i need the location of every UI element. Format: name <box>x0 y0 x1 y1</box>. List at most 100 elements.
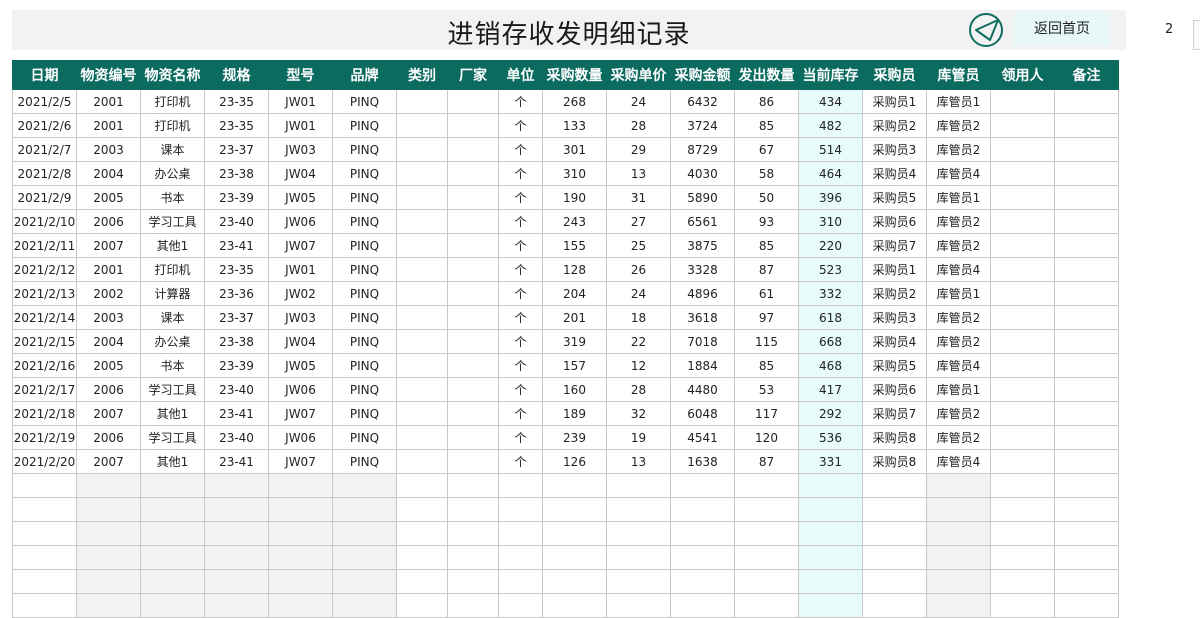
table-cell[interactable]: 库管员4 <box>926 161 991 186</box>
table-cell[interactable] <box>396 593 448 618</box>
table-cell[interactable] <box>204 521 269 546</box>
table-cell[interactable]: 28 <box>606 377 671 402</box>
table-cell[interactable]: 126 <box>542 449 607 474</box>
table-cell[interactable]: JW04 <box>268 329 333 354</box>
column-header[interactable]: 物资编号 <box>76 60 141 90</box>
table-cell[interactable] <box>862 593 927 618</box>
table-cell[interactable]: 个 <box>498 449 543 474</box>
column-header[interactable]: 库管员 <box>926 60 991 90</box>
table-cell[interactable] <box>447 329 499 354</box>
table-cell[interactable] <box>1054 233 1119 258</box>
table-cell[interactable] <box>862 473 927 498</box>
table-cell[interactable]: 个 <box>498 161 543 186</box>
table-cell[interactable]: 18 <box>606 305 671 330</box>
table-cell[interactable] <box>447 137 499 162</box>
table-cell[interactable]: PINQ <box>332 209 397 234</box>
table-cell[interactable]: 库管员4 <box>926 449 991 474</box>
table-cell[interactable]: 23-41 <box>204 233 269 258</box>
table-cell[interactable]: 24 <box>606 281 671 306</box>
column-header[interactable]: 当前库存 <box>798 60 863 90</box>
table-cell[interactable] <box>1054 209 1119 234</box>
table-cell[interactable] <box>542 473 607 498</box>
table-cell[interactable]: 13 <box>606 449 671 474</box>
table-cell[interactable] <box>498 545 543 570</box>
table-cell[interactable] <box>268 545 333 570</box>
table-cell[interactable]: 采购员8 <box>862 425 927 450</box>
table-cell[interactable]: 115 <box>734 329 799 354</box>
table-cell[interactable]: PINQ <box>332 377 397 402</box>
table-cell[interactable]: PINQ <box>332 89 397 114</box>
table-cell[interactable]: PINQ <box>332 305 397 330</box>
table-cell[interactable] <box>606 497 671 522</box>
table-cell[interactable]: 库管员2 <box>926 209 991 234</box>
table-cell[interactable] <box>798 521 863 546</box>
table-cell[interactable] <box>332 473 397 498</box>
table-cell[interactable] <box>1054 281 1119 306</box>
table-cell[interactable]: 28 <box>606 113 671 138</box>
table-cell[interactable]: 23-40 <box>204 209 269 234</box>
table-cell[interactable] <box>447 521 499 546</box>
column-header[interactable]: 采购员 <box>862 60 927 90</box>
table-cell[interactable]: 采购员2 <box>862 281 927 306</box>
return-home-button[interactable]: 返回首页 <box>1014 12 1110 46</box>
table-cell[interactable]: 打印机 <box>140 113 205 138</box>
table-cell[interactable]: 个 <box>498 425 543 450</box>
table-cell[interactable] <box>990 521 1055 546</box>
table-cell[interactable]: 331 <box>798 449 863 474</box>
table-cell[interactable] <box>798 593 863 618</box>
column-header[interactable]: 品牌 <box>332 60 397 90</box>
table-cell[interactable] <box>204 473 269 498</box>
table-cell[interactable] <box>396 281 448 306</box>
table-cell[interactable] <box>606 545 671 570</box>
table-cell[interactable]: 其他1 <box>140 233 205 258</box>
table-cell[interactable]: 117 <box>734 401 799 426</box>
table-cell[interactable]: 2003 <box>76 137 141 162</box>
table-cell[interactable] <box>76 569 141 594</box>
table-cell[interactable]: 3328 <box>670 257 735 282</box>
table-cell[interactable]: 其他1 <box>140 401 205 426</box>
table-cell[interactable] <box>670 497 735 522</box>
table-cell[interactable] <box>396 329 448 354</box>
table-cell[interactable]: 310 <box>542 161 607 186</box>
table-cell[interactable] <box>990 401 1055 426</box>
table-cell[interactable]: 采购员8 <box>862 449 927 474</box>
column-header[interactable]: 采购金额 <box>670 60 735 90</box>
table-cell[interactable]: 2021/2/18 <box>12 401 77 426</box>
table-cell[interactable]: PINQ <box>332 353 397 378</box>
table-cell[interactable] <box>990 473 1055 498</box>
table-cell[interactable]: JW05 <box>268 185 333 210</box>
table-cell[interactable] <box>990 113 1055 138</box>
table-cell[interactable] <box>498 497 543 522</box>
table-cell[interactable] <box>798 497 863 522</box>
table-cell[interactable]: 7018 <box>670 329 735 354</box>
table-cell[interactable]: JW03 <box>268 305 333 330</box>
table-cell[interactable]: 85 <box>734 353 799 378</box>
table-cell[interactable] <box>606 473 671 498</box>
table-cell[interactable]: 打印机 <box>140 257 205 282</box>
table-cell[interactable]: PINQ <box>332 281 397 306</box>
table-cell[interactable]: 2021/2/5 <box>12 89 77 114</box>
table-cell[interactable] <box>396 377 448 402</box>
table-cell[interactable]: JW01 <box>268 113 333 138</box>
table-cell[interactable] <box>204 569 269 594</box>
table-cell[interactable]: JW06 <box>268 209 333 234</box>
table-cell[interactable]: 个 <box>498 209 543 234</box>
column-header[interactable]: 日期 <box>12 60 77 90</box>
table-cell[interactable]: 采购员1 <box>862 257 927 282</box>
table-cell[interactable] <box>12 545 77 570</box>
table-cell[interactable]: 58 <box>734 161 799 186</box>
table-cell[interactable]: 个 <box>498 137 543 162</box>
table-cell[interactable] <box>926 593 991 618</box>
table-cell[interactable] <box>990 329 1055 354</box>
table-cell[interactable] <box>12 473 77 498</box>
table-cell[interactable]: 482 <box>798 113 863 138</box>
table-cell[interactable]: 6048 <box>670 401 735 426</box>
table-cell[interactable]: 采购员6 <box>862 377 927 402</box>
table-cell[interactable]: 19 <box>606 425 671 450</box>
table-cell[interactable]: 23-35 <box>204 113 269 138</box>
table-cell[interactable] <box>396 233 448 258</box>
table-cell[interactable]: 5890 <box>670 185 735 210</box>
table-cell[interactable]: 23-39 <box>204 353 269 378</box>
table-cell[interactable] <box>990 569 1055 594</box>
table-cell[interactable] <box>396 161 448 186</box>
